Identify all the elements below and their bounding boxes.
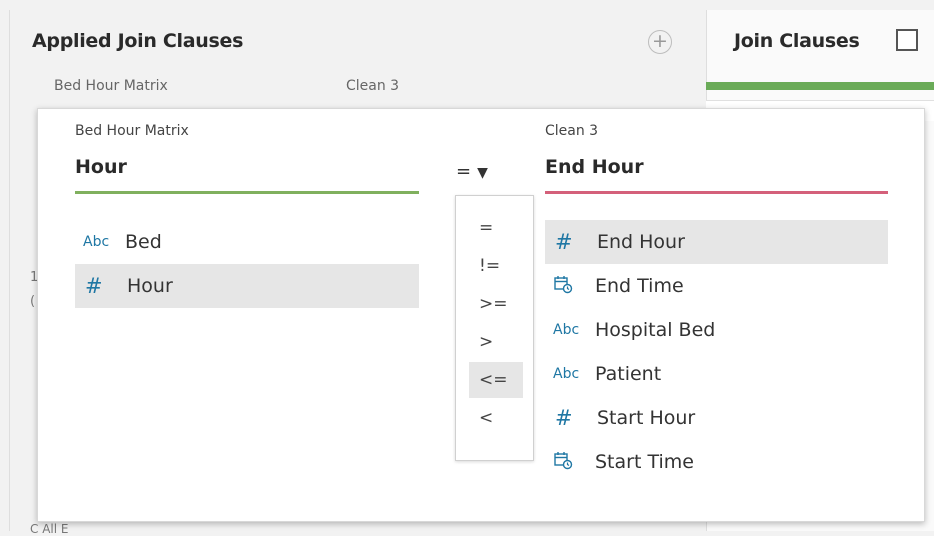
operator-option-neq[interactable]: != [469, 248, 523, 284]
background-fragment-2: ( [30, 294, 36, 309]
right-field-row-hospital-bed[interactable]: Abc Hospital Bed [545, 308, 888, 352]
join-clauses-title: Join Clauses [734, 30, 860, 52]
join-clauses-checkbox[interactable] [896, 29, 918, 51]
abc-icon: Abc [553, 322, 580, 338]
field-label: End Time [595, 275, 684, 297]
plus-icon[interactable]: + [648, 30, 672, 54]
number-icon: # [85, 274, 103, 298]
field-label: End Hour [597, 231, 685, 253]
operator-option-gte[interactable]: >= [469, 286, 523, 322]
right-field-row-start-hour[interactable]: # Start Hour [545, 396, 888, 440]
right-field-row-end-time[interactable]: End Time [545, 264, 888, 308]
background-bottom-fragment: C All E [30, 522, 69, 536]
abc-icon: Abc [553, 366, 580, 382]
right-source-header: Clean 3 [346, 78, 400, 94]
right-field-row-start-time[interactable]: Start Time [545, 440, 888, 484]
right-source-name: Clean 3 [545, 123, 599, 139]
left-field-row-hour[interactable]: # Hour [75, 264, 419, 308]
left-field-underline [75, 191, 419, 194]
calendar-clock-icon [553, 450, 595, 474]
right-field-row-end-hour[interactable]: # End Hour [545, 220, 888, 264]
left-source-header: Bed Hour Matrix [54, 78, 168, 94]
applied-join-clauses-title: Applied Join Clauses [32, 30, 244, 52]
operator-option-eq[interactable]: = [469, 210, 523, 246]
left-source-name: Bed Hour Matrix [75, 123, 189, 139]
operator-option-lte[interactable]: <= [469, 362, 523, 398]
field-label: Start Time [595, 451, 694, 473]
field-label: Hospital Bed [595, 319, 716, 341]
operator-option-gt[interactable]: > [469, 324, 523, 360]
field-label: Patient [595, 363, 662, 385]
abc-icon: Abc [83, 234, 110, 250]
right-selected-field[interactable]: End Hour [545, 156, 644, 178]
join-clause-editor-popup: Bed Hour Matrix Hour Abc Bed # Hour = ▼ =… [37, 108, 925, 522]
right-field-underline [545, 191, 888, 194]
join-clause-strip [706, 82, 934, 90]
left-selected-field[interactable]: Hour [75, 156, 127, 178]
operator-value: = [456, 161, 472, 182]
number-icon: # [555, 406, 573, 430]
left-field-row-bed[interactable]: Abc Bed [75, 220, 419, 264]
calendar-clock-icon [553, 274, 595, 298]
operator-menu: = != >= > <= < [455, 195, 534, 461]
number-icon: # [555, 230, 573, 254]
right-field-row-patient[interactable]: Abc Patient [545, 352, 888, 396]
field-label: Start Hour [597, 407, 696, 429]
field-label: Hour [127, 275, 173, 297]
field-label: Bed [125, 231, 162, 253]
operator-option-lt[interactable]: < [469, 400, 523, 436]
caret-down-icon: ▼ [477, 165, 488, 181]
operator-dropdown[interactable]: = ▼ [456, 161, 488, 182]
